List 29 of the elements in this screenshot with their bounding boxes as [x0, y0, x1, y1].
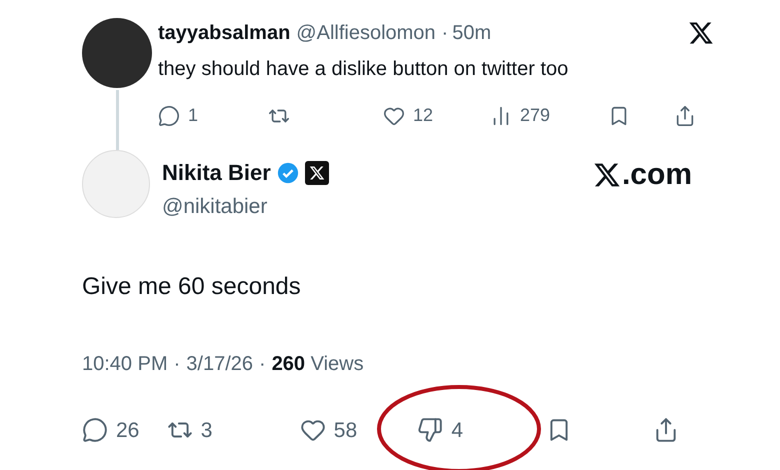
like-button[interactable]: 12: [383, 102, 434, 129]
views-button[interactable]: 279: [490, 102, 550, 129]
display-name: Nikita Bier: [162, 159, 271, 187]
timestamp: 3/17/26: [186, 352, 254, 376]
x-logo-icon: [592, 161, 622, 189]
share-button[interactable]: [674, 104, 696, 126]
user-handle: @nikitabier: [162, 194, 268, 220]
separator-dot: ·: [259, 352, 266, 376]
dislike-button[interactable]: 4: [417, 414, 464, 446]
user-handle: @Allfiesolomon: [296, 21, 436, 46]
tweet-text: they should have a dislike button on twitter too: [158, 57, 570, 82]
display-name: tayyabsalman: [158, 21, 290, 46]
reply-button[interactable]: 26: [82, 414, 140, 446]
separator-dot: ·: [174, 352, 180, 376]
post-time: 50m: [452, 21, 492, 46]
repost-button[interactable]: 3: [166, 414, 212, 446]
share-icon: [674, 104, 696, 126]
separator-dot: ·: [442, 21, 448, 46]
thumbs-down-icon: [417, 417, 444, 444]
timestamp: 10:40 PM: [82, 352, 168, 376]
site-label: .com: [622, 160, 692, 190]
x-logo-icon: [308, 164, 325, 180]
x-logo-icon: [688, 20, 714, 46]
reply-icon: [82, 417, 108, 444]
reply-icon: [158, 104, 180, 126]
like-button[interactable]: 58: [300, 414, 358, 446]
reply-button[interactable]: 1: [158, 102, 198, 129]
tweet-text: Give me 60 seconds: [82, 272, 302, 302]
view-count: 260 Views: [272, 352, 364, 376]
